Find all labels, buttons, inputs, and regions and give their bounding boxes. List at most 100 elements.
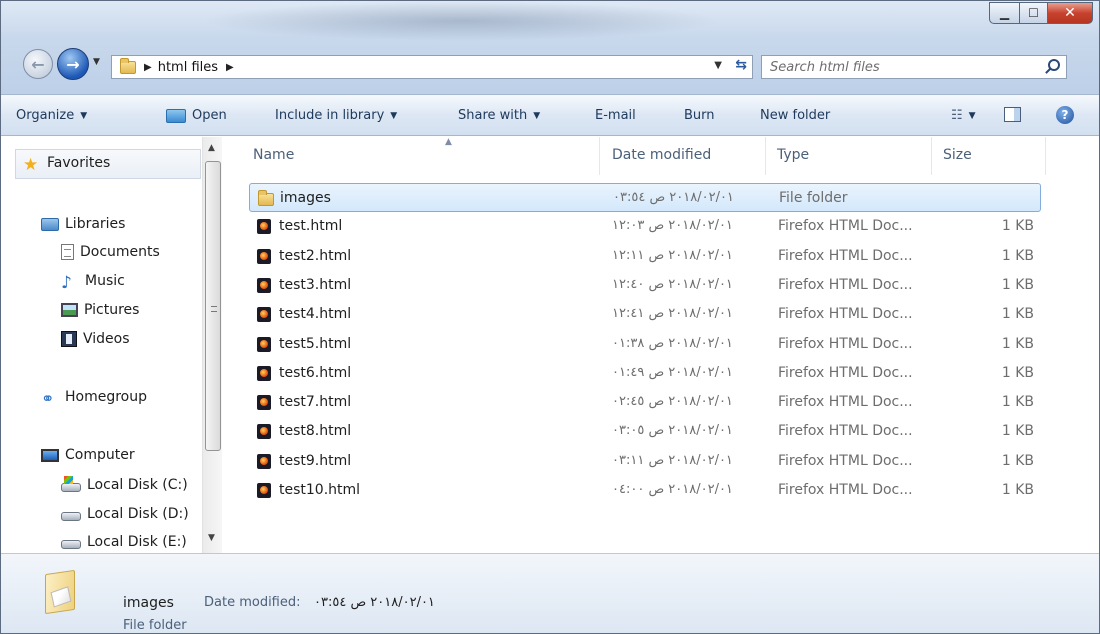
maximize-icon: ☐	[1028, 6, 1039, 20]
refresh-icon[interactable]: ⇆	[735, 57, 747, 73]
table-row[interactable]: test5.html ٢٠١٨/٠٢/٠١ ص ٠١:٣٨ Firefox HTML…	[249, 330, 1041, 359]
column-divider[interactable]	[599, 137, 600, 175]
close-button[interactable]: ✕	[1047, 2, 1093, 24]
table-row[interactable]: test7.html ٢٠١٨/٠٢/٠١ ص ٠٢:٤٥ Firefox HTML…	[249, 388, 1041, 417]
file-name: images	[280, 190, 331, 206]
table-row[interactable]: test.html ٢٠١٨/٠٢/٠١ ص ١٢:٠٣ Firefox HTML …	[249, 212, 1041, 241]
change-view-button[interactable]: ☷ ▼	[951, 108, 976, 123]
preview-pane-icon[interactable]	[1004, 107, 1021, 122]
help-icon[interactable]: ?	[1056, 106, 1074, 124]
file-date-modified: ٢٠١٨/٠٢/٠١ ص ٠٢:٤٥	[612, 394, 733, 410]
column-divider[interactable]	[1045, 137, 1046, 175]
address-dropdown-icon[interactable]: ▼	[714, 60, 722, 71]
file-date-modified: ٢٠١٨/٠٢/٠١ ص ١٢:٤١	[612, 306, 733, 322]
nav-music[interactable]: ♪ Music	[61, 273, 125, 293]
table-row[interactable]: test9.html ٢٠١٨/٠٢/٠١ ص ٠٣:١١ Firefox HTML…	[249, 447, 1041, 476]
nav-libraries-label: Libraries	[65, 216, 126, 232]
title-bar: ▁ ☐ ✕ ← → ▼ ▶ html files ▶ ▼ ⇆	[1, 1, 1099, 94]
firefox-html-file-icon	[257, 277, 271, 293]
file-size: 1 KB	[1001, 335, 1034, 352]
search-icon[interactable]	[1048, 59, 1060, 71]
column-header-date[interactable]: Date modified	[612, 147, 711, 163]
nav-pictures[interactable]: Pictures	[61, 302, 139, 318]
firefox-html-file-icon	[257, 307, 271, 323]
file-name: test5.html	[279, 335, 352, 352]
new-folder-button[interactable]: New folder	[760, 108, 830, 123]
table-row[interactable]: test2.html ٢٠١٨/٠٢/٠١ ص ١٢:١١ Firefox HTML…	[249, 242, 1041, 271]
table-row[interactable]: test8.html ٢٠١٨/٠٢/٠١ ص ٠٣:٠٥ Firefox HTML…	[249, 417, 1041, 446]
forward-button[interactable]: →	[57, 48, 89, 80]
pictures-icon	[61, 303, 78, 317]
nav-scrollbar[interactable]: ▲ ▼	[202, 137, 222, 553]
firefox-html-file-icon	[257, 365, 271, 381]
file-size: 1 KB	[1001, 423, 1034, 440]
search-input[interactable]	[762, 56, 1022, 78]
command-bar: Organize ▼ Open Include in library ▼ Share…	[1, 94, 1099, 136]
back-button[interactable]: ←	[23, 49, 53, 79]
folder-icon	[258, 190, 274, 206]
nav-documents[interactable]: Documents	[61, 244, 160, 260]
breadcrumb-arrow-icon[interactable]: ▶	[226, 62, 234, 73]
minimize-button[interactable]: ▁	[989, 2, 1019, 24]
recent-pages-dropdown[interactable]: ▼	[93, 57, 100, 67]
breadcrumb-arrow-icon[interactable]: ▶	[144, 62, 152, 73]
column-header-size[interactable]: Size	[943, 147, 972, 163]
file-size: 1 KB	[1001, 276, 1034, 293]
scroll-down-icon[interactable]: ▼	[208, 533, 215, 543]
nav-libraries[interactable]: Libraries	[41, 216, 125, 232]
email-button[interactable]: E-mail	[595, 108, 636, 123]
column-header-name[interactable]: Name	[253, 147, 294, 163]
email-label: E-mail	[595, 108, 636, 123]
nav-videos[interactable]: Videos	[61, 331, 130, 347]
file-date-modified: ٢٠١٨/٠٢/٠١ ص ٠٣:٥٤	[613, 190, 734, 205]
breadcrumb-html-files[interactable]: html files	[158, 60, 218, 75]
file-type: Firefox HTML Doc...	[778, 335, 913, 352]
share-with-button[interactable]: Share with ▼	[458, 108, 540, 123]
nav-favorites-label: Favorites	[47, 155, 111, 171]
table-row[interactable]: test6.html ٢٠١٨/٠٢/٠١ ص ٠١:٤٩ Firefox HTML…	[249, 359, 1041, 388]
nav-disk-d[interactable]: Local Disk (D:)	[61, 506, 189, 522]
file-type: Firefox HTML Doc...	[778, 218, 913, 235]
folder-icon	[120, 57, 136, 74]
file-type: Firefox HTML Doc...	[778, 394, 913, 411]
file-type: Firefox HTML Doc...	[778, 247, 913, 264]
close-icon: ✕	[1064, 5, 1076, 21]
open-button[interactable]: Open	[166, 108, 227, 123]
new-folder-label: New folder	[760, 108, 831, 123]
file-name: test9.html	[279, 452, 352, 469]
file-name: test6.html	[279, 364, 352, 381]
file-type: File folder	[779, 190, 848, 206]
table-row[interactable]: test10.html ٢٠١٨/٠٢/٠١ ص ٠٤:٠٠ Firefox HTM…	[249, 476, 1041, 505]
sort-ascending-icon: ▲	[445, 137, 452, 147]
include-in-library-button[interactable]: Include in library ▼	[275, 108, 397, 123]
nav-videos-label: Videos	[83, 331, 130, 347]
nav-computer[interactable]: Computer	[41, 447, 135, 463]
column-divider[interactable]	[765, 137, 766, 175]
chevron-down-icon: ▼	[93, 57, 100, 67]
scrollbar-thumb[interactable]	[205, 161, 221, 451]
explorer-window: ▁ ☐ ✕ ← → ▼ ▶ html files ▶ ▼ ⇆ Organize ▼…	[0, 0, 1100, 634]
column-divider[interactable]	[931, 137, 932, 175]
nav-homegroup[interactable]: ⚭ Homegroup	[41, 389, 147, 408]
nav-disk-e[interactable]: Local Disk (E:)	[61, 534, 187, 550]
nav-pictures-label: Pictures	[84, 302, 140, 318]
file-type: Firefox HTML Doc...	[778, 276, 913, 293]
file-type: Firefox HTML Doc...	[778, 306, 913, 323]
scroll-up-icon[interactable]: ▲	[208, 143, 215, 153]
search-box[interactable]	[761, 55, 1067, 79]
column-header-type[interactable]: Type	[777, 147, 809, 163]
document-icon	[61, 244, 74, 260]
organize-button[interactable]: Organize ▼	[16, 108, 87, 123]
nav-favorites[interactable]: ★ Favorites	[23, 155, 111, 175]
details-date-value: ٢٠١٨/٠٢/٠١ ص ٠٣:٥٤	[314, 595, 435, 610]
file-date-modified: ٢٠١٨/٠٢/٠١ ص ٠٣:٠٥	[612, 423, 733, 439]
burn-button[interactable]: Burn	[684, 108, 715, 123]
nav-disk-c[interactable]: Local Disk (C:)	[61, 476, 188, 493]
table-row[interactable]: test4.html ٢٠١٨/٠٢/٠١ ص ١٢:٤١ Firefox HTML…	[249, 300, 1041, 329]
maximize-button[interactable]: ☐	[1019, 2, 1047, 24]
file-list: ▲ Name Date modified Type Size images ٢٠١…	[229, 137, 1099, 553]
table-row[interactable]: test3.html ٢٠١٨/٠٢/٠١ ص ١٢:٤٠ Firefox HTML…	[249, 271, 1041, 300]
file-date-modified: ٢٠١٨/٠٢/٠١ ص ١٢:٠٣	[612, 218, 733, 234]
table-row[interactable]: images ٢٠١٨/٠٢/٠١ ص ٠٣:٥٤ File folder	[249, 183, 1041, 212]
address-bar[interactable]: ▶ html files ▶ ▼ ⇆	[111, 55, 753, 79]
